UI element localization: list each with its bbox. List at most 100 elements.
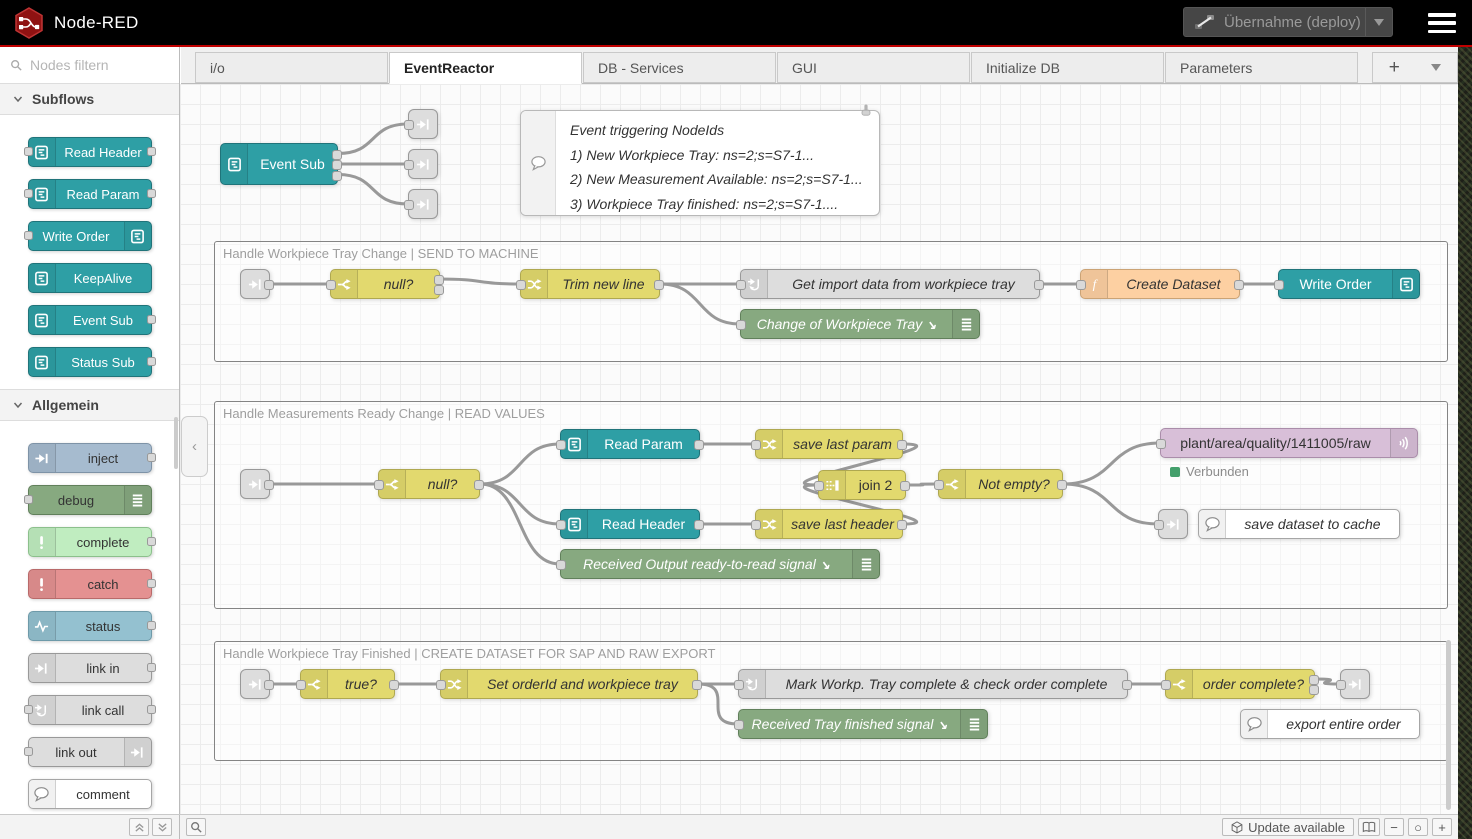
port[interactable] xyxy=(147,663,156,672)
node-lo1[interactable] xyxy=(408,109,438,139)
port-input[interactable] xyxy=(934,480,944,490)
flow-canvas[interactable]: Handle Workpiece Tray Change | SEND TO M… xyxy=(180,84,1458,816)
port-output[interactable] xyxy=(264,480,274,490)
port-input[interactable] xyxy=(1161,680,1171,690)
port-output[interactable] xyxy=(1309,685,1319,695)
palette-search-input[interactable] xyxy=(0,47,179,82)
node-lo4[interactable] xyxy=(1158,509,1188,539)
tab-db-services[interactable]: DB - Services xyxy=(583,52,776,83)
node-nnull2[interactable]: null? xyxy=(378,469,480,499)
node-ntrim[interactable]: Trim new line xyxy=(520,269,660,299)
navigator-button[interactable] xyxy=(1358,818,1380,836)
port[interactable] xyxy=(147,579,156,588)
port[interactable] xyxy=(147,189,156,198)
node-nslh[interactable]: save last header xyxy=(755,509,903,539)
port-output[interactable] xyxy=(332,160,342,170)
node-ndbg3[interactable]: Received Tray finished signal↘ xyxy=(738,709,988,739)
tab-eventreactor[interactable]: EventReactor xyxy=(389,52,582,84)
port-input[interactable] xyxy=(751,520,761,530)
port-output[interactable] xyxy=(474,480,484,490)
port[interactable] xyxy=(147,357,156,366)
port-output[interactable] xyxy=(692,680,702,690)
info-comment-box[interactable]: Event triggering NodeIds1) New Workpiece… xyxy=(520,110,880,216)
node-ncmt1[interactable]: save dataset to cache xyxy=(1198,509,1400,539)
node-ndbg2[interactable]: Received Output ready-to-read signal↘ xyxy=(560,549,880,579)
node-nslp[interactable]: save last param xyxy=(755,429,903,459)
port-input[interactable] xyxy=(404,200,414,210)
zoom-out-button[interactable]: − xyxy=(1384,818,1404,836)
deploy-button[interactable]: Übernahme (deploy) xyxy=(1183,7,1393,37)
port-output[interactable] xyxy=(1234,280,1244,290)
wire[interactable] xyxy=(338,124,408,154)
port-output[interactable] xyxy=(332,150,342,160)
tab-gui[interactable]: GUI xyxy=(777,52,970,83)
search-flows-button[interactable] xyxy=(186,818,206,836)
node-li3[interactable] xyxy=(240,669,270,699)
flow-group-3[interactable]: Handle Workpiece Tray Finished | CREATE … xyxy=(214,641,1448,761)
node-ndbg1[interactable]: Change of Workpiece Tray↘ xyxy=(740,309,980,339)
port-output[interactable] xyxy=(332,171,342,181)
port[interactable] xyxy=(147,621,156,630)
palette-expand-all-button[interactable] xyxy=(152,818,172,836)
node-noc[interactable]: order complete? xyxy=(1165,669,1315,699)
port[interactable] xyxy=(24,231,33,240)
tab-initialize-db[interactable]: Initialize DB xyxy=(971,52,1164,83)
port-output[interactable] xyxy=(897,440,907,450)
palette-node-read-param[interactable]: Read Param xyxy=(28,179,152,209)
port-input[interactable] xyxy=(1076,280,1086,290)
node-li2[interactable] xyxy=(240,469,270,499)
deploy-caret-icon[interactable] xyxy=(1366,19,1392,26)
port[interactable] xyxy=(147,705,156,714)
port-input[interactable] xyxy=(734,720,744,730)
palette-node-inject[interactable]: inject xyxy=(28,443,152,473)
node-nne[interactable]: Not empty? xyxy=(938,469,1063,499)
port-input[interactable] xyxy=(374,480,384,490)
palette-node-comment[interactable]: comment xyxy=(28,779,152,809)
update-available-button[interactable]: Update available xyxy=(1222,818,1354,836)
node-ev[interactable]: Event Sub xyxy=(220,143,338,185)
port[interactable] xyxy=(147,315,156,324)
port[interactable] xyxy=(147,537,156,546)
port-output[interactable] xyxy=(1309,675,1319,685)
palette-node-catch[interactable]: catch xyxy=(28,569,152,599)
palette-node-write-order[interactable]: Write Order xyxy=(28,221,152,251)
palette-section-header-allgemein[interactable]: Allgemein xyxy=(0,389,179,421)
wire[interactable] xyxy=(338,175,408,205)
flow-group-1[interactable]: Handle Workpiece Tray Change | SEND TO M… xyxy=(214,241,1448,362)
port-input[interactable] xyxy=(404,160,414,170)
port-input[interactable] xyxy=(734,680,744,690)
port-input[interactable] xyxy=(814,481,824,491)
node-njoin[interactable]: join 2 xyxy=(818,470,906,500)
port-output[interactable] xyxy=(900,481,910,491)
port-input[interactable] xyxy=(326,280,336,290)
node-nset[interactable]: Set orderId and workpiece tray xyxy=(440,669,698,699)
palette-node-keepalive[interactable]: KeepAlive xyxy=(28,263,152,293)
port-input[interactable] xyxy=(556,520,566,530)
port[interactable] xyxy=(24,705,33,714)
port-input[interactable] xyxy=(1336,680,1346,690)
port-output[interactable] xyxy=(1057,480,1067,490)
canvas-scrollbar[interactable] xyxy=(1446,640,1451,810)
port-input[interactable] xyxy=(516,280,526,290)
node-ncreate[interactable]: fCreate Dataset xyxy=(1080,269,1240,299)
port-input[interactable] xyxy=(751,440,761,450)
port[interactable] xyxy=(147,147,156,156)
palette-section-header-subflows[interactable]: Subflows xyxy=(0,83,179,115)
port-input[interactable] xyxy=(404,120,414,130)
palette-node-event-sub[interactable]: Event Sub xyxy=(28,305,152,335)
palette-collapse-button[interactable]: ‹ xyxy=(181,416,208,477)
node-ncmt2[interactable]: export entire order xyxy=(1240,709,1420,739)
palette-search[interactable] xyxy=(0,47,179,84)
port-output[interactable] xyxy=(434,275,444,285)
hamburger-menu-icon[interactable] xyxy=(1428,13,1456,33)
port-input[interactable] xyxy=(296,680,306,690)
tab-i-o[interactable]: i/o xyxy=(195,52,388,83)
port-output[interactable] xyxy=(897,520,907,530)
port-input[interactable] xyxy=(1156,439,1166,449)
port-output[interactable] xyxy=(264,680,274,690)
zoom-in-button[interactable]: + xyxy=(1432,818,1452,836)
palette-node-complete[interactable]: complete xyxy=(28,527,152,557)
node-lo3[interactable] xyxy=(408,189,438,219)
add-flow-button[interactable]: + xyxy=(1389,58,1400,77)
palette-node-read-header[interactable]: Read Header xyxy=(28,137,152,167)
